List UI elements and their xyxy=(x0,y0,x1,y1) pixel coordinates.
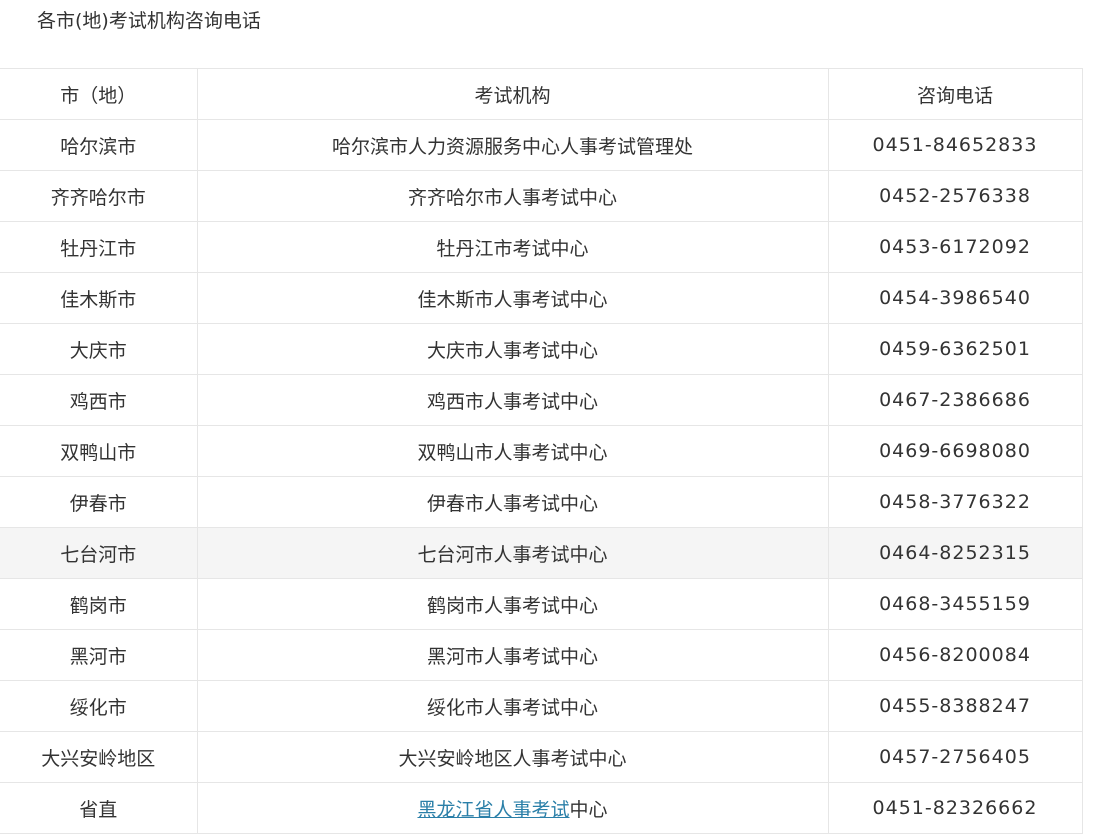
table-row: 伊春市 伊春市人事考试中心 0458-3776322 xyxy=(0,476,1083,528)
table-row: 双鸭山市 双鸭山市人事考试中心 0469-6698080 xyxy=(0,425,1083,477)
org-cell: 哈尔滨市人力资源服务中心人事考试管理处 xyxy=(197,119,829,171)
provincial-exam-link[interactable]: 黑龙江省人事考试 xyxy=(417,799,569,821)
table-row: 牡丹江市 牡丹江市考试中心 0453-6172092 xyxy=(0,221,1083,273)
table-row-highlighted: 七台河市 七台河市人事考试中心 0464-8252315 xyxy=(0,527,1083,579)
phone-cell: 0457-2756405 xyxy=(828,731,1083,783)
city-cell: 佳木斯市 xyxy=(0,272,198,324)
phone-cell: 0454-3986540 xyxy=(828,272,1083,324)
exam-contacts-table: 市（地） 考试机构 咨询电话 哈尔滨市 哈尔滨市人力资源服务中心人事考试管理处 … xyxy=(0,68,1083,834)
city-cell: 大庆市 xyxy=(0,323,198,375)
city-cell: 牡丹江市 xyxy=(0,221,198,273)
org-cell: 大兴安岭地区人事考试中心 xyxy=(197,731,829,783)
org-cell: 鹤岗市人事考试中心 xyxy=(197,578,829,630)
phone-cell: 0459-6362501 xyxy=(828,323,1083,375)
table-row: 绥化市 绥化市人事考试中心 0455-8388247 xyxy=(0,680,1083,732)
city-cell: 伊春市 xyxy=(0,476,198,528)
header-row: 市（地） 考试机构 咨询电话 xyxy=(0,68,1083,120)
org-cell: 黑河市人事考试中心 xyxy=(197,629,829,681)
phone-cell: 0467-2386686 xyxy=(828,374,1083,426)
table-row: 鸡西市 鸡西市人事考试中心 0467-2386686 xyxy=(0,374,1083,426)
phone-cell: 0464-8252315 xyxy=(828,527,1083,579)
city-cell: 大兴安岭地区 xyxy=(0,731,198,783)
city-cell: 鹤岗市 xyxy=(0,578,198,630)
phone-cell: 0456-8200084 xyxy=(828,629,1083,681)
city-cell: 鸡西市 xyxy=(0,374,198,426)
table-row: 鹤岗市 鹤岗市人事考试中心 0468-3455159 xyxy=(0,578,1083,630)
city-cell: 七台河市 xyxy=(0,527,198,579)
table-row: 大庆市 大庆市人事考试中心 0459-6362501 xyxy=(0,323,1083,375)
table-body: 哈尔滨市 哈尔滨市人力资源服务中心人事考试管理处 0451-84652833 齐… xyxy=(0,119,1083,834)
phone-cell: 0469-6698080 xyxy=(828,425,1083,477)
org-cell: 佳木斯市人事考试中心 xyxy=(197,272,829,324)
header-city: 市（地） xyxy=(0,68,198,120)
table-row: 大兴安岭地区 大兴安岭地区人事考试中心 0457-2756405 xyxy=(0,731,1083,783)
phone-cell: 0451-84652833 xyxy=(828,119,1083,171)
phone-cell: 0453-6172092 xyxy=(828,221,1083,273)
org-suffix: 中心 xyxy=(569,798,608,821)
table-header: 市（地） 考试机构 咨询电话 xyxy=(0,68,1083,120)
city-cell: 哈尔滨市 xyxy=(0,119,198,171)
table-row: 哈尔滨市 哈尔滨市人力资源服务中心人事考试管理处 0451-84652833 xyxy=(0,119,1083,171)
org-cell: 齐齐哈尔市人事考试中心 xyxy=(197,170,829,222)
phone-cell: 0458-3776322 xyxy=(828,476,1083,528)
table-row: 黑河市 黑河市人事考试中心 0456-8200084 xyxy=(0,629,1083,681)
city-cell: 齐齐哈尔市 xyxy=(0,170,198,222)
city-cell: 绥化市 xyxy=(0,680,198,732)
header-phone: 咨询电话 xyxy=(828,68,1083,120)
phone-cell: 0452-2576338 xyxy=(828,170,1083,222)
table-row: 佳木斯市 佳木斯市人事考试中心 0454-3986540 xyxy=(0,272,1083,324)
org-cell: 伊春市人事考试中心 xyxy=(197,476,829,528)
city-cell: 黑河市 xyxy=(0,629,198,681)
table-row: 齐齐哈尔市 齐齐哈尔市人事考试中心 0452-2576338 xyxy=(0,170,1083,222)
page-title: 各市(地)考试机构咨询电话 xyxy=(37,10,261,32)
org-cell: 鸡西市人事考试中心 xyxy=(197,374,829,426)
city-cell: 双鸭山市 xyxy=(0,425,198,477)
org-cell: 七台河市人事考试中心 xyxy=(197,527,829,579)
org-cell: 大庆市人事考试中心 xyxy=(197,323,829,375)
header-org: 考试机构 xyxy=(197,68,829,120)
phone-cell: 0455-8388247 xyxy=(828,680,1083,732)
phone-cell: 0468-3455159 xyxy=(828,578,1083,630)
org-cell: 绥化市人事考试中心 xyxy=(197,680,829,732)
org-cell: 牡丹江市考试中心 xyxy=(197,221,829,273)
org-cell: 双鸭山市人事考试中心 xyxy=(197,425,829,477)
